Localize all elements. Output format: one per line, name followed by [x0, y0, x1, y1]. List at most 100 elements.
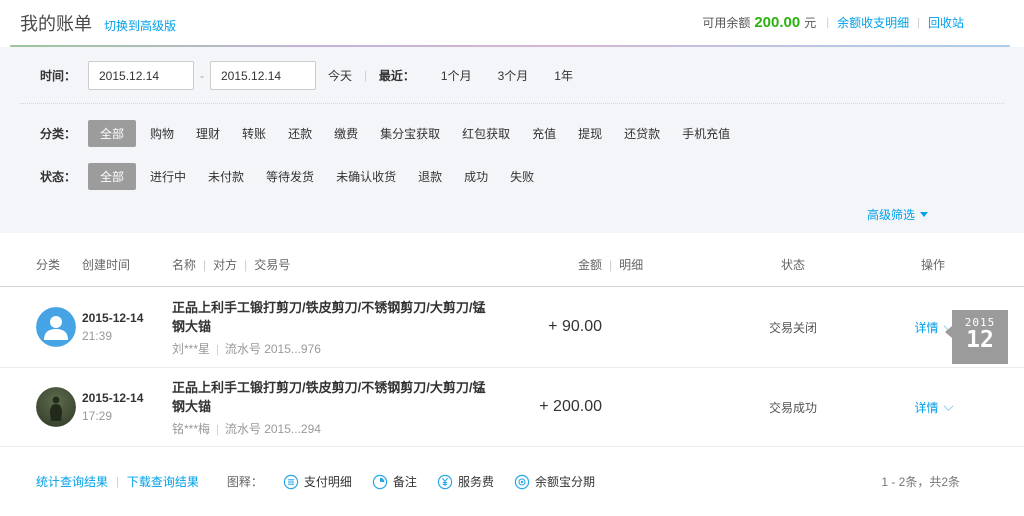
legend-item-service-fee: 服务费	[437, 473, 494, 490]
row-amount: + 90.00	[548, 318, 602, 335]
today-link[interactable]: 今天	[328, 67, 352, 84]
dotted-divider	[20, 103, 1004, 104]
stats-result-link[interactable]: 统计查询结果	[36, 473, 108, 490]
category-finance[interactable]: 理财	[196, 125, 220, 142]
balance-detail-link[interactable]: 余额收支明细	[837, 14, 909, 31]
status-filter-row: 状态： 全部 进行中 未付款 等待发货 未确认收货 退款 成功 失败	[0, 163, 1024, 190]
advanced-filter-label: 高级筛选	[866, 208, 915, 222]
category-label: 分类：	[40, 127, 77, 141]
status-inprogress[interactable]: 进行中	[150, 168, 186, 185]
row-subline: 刘***星 | 流水号 2015...976	[172, 340, 492, 357]
header-action: 操作	[920, 258, 945, 272]
row-party: 刘***星	[172, 342, 211, 356]
separator: |	[216, 344, 219, 356]
header-detail: 明细	[619, 258, 644, 272]
download-result-link[interactable]: 下载查询结果	[127, 473, 199, 490]
category-withdraw[interactable]: 提现	[578, 125, 602, 142]
category-topup[interactable]: 充值	[532, 125, 556, 142]
detail-link-label: 详情	[914, 320, 939, 335]
row-title: 正品上利手工锻打剪刀/铁皮剪刀/不锈钢剪刀/大剪刀/锰钢大锚	[172, 300, 486, 334]
status-unpaid[interactable]: 未付款	[208, 168, 244, 185]
category-filter-row: 分类： 全部 购物 理财 转账 还款 缴费 集分宝获取 红包获取 充值 提现 还…	[0, 120, 1024, 147]
separator: |	[116, 475, 119, 488]
separator: |	[203, 258, 207, 272]
page-title: 我的账单	[20, 13, 92, 34]
table-row: 2015-12-14 21:39 正品上利手工锻打剪刀/铁皮剪刀/不锈钢剪刀/大…	[0, 287, 1024, 367]
legend-text: 支付明细	[303, 475, 352, 489]
date-end-input[interactable]	[210, 61, 316, 90]
row-party: 铭***梅	[172, 422, 211, 436]
row-time: 17:29	[82, 409, 113, 423]
date-range-dash: -	[200, 68, 204, 83]
header-status: 状态	[780, 258, 805, 272]
header-amount: 金额	[577, 258, 602, 272]
header-trade-no: 交易号	[254, 258, 291, 272]
advanced-filter-link[interactable]: 高级筛选	[867, 206, 928, 223]
time-label: 时间：	[40, 69, 77, 83]
yuebao-installment-icon	[514, 474, 530, 489]
filter-panel: 时间： - 今天 | 最近： 1个月 3个月 1年 分类： 全部 购物 理财 转…	[0, 47, 1024, 233]
category-repay[interactable]: 还款	[288, 125, 312, 142]
balance-value: 200.00	[754, 14, 801, 31]
badge-month: 12	[966, 327, 994, 353]
date-badge[interactable]: 2015 12	[945, 310, 1008, 364]
note-icon	[372, 474, 388, 489]
bill-table: 分类 创建时间 名称 | 对方 | 交易号 金额 | 明细 状态 操作 2015-	[0, 233, 1024, 447]
row-title: 正品上利手工锻打剪刀/铁皮剪刀/不锈钢剪刀/大剪刀/锰钢大锚	[172, 380, 486, 414]
category-shopping[interactable]: 购物	[150, 125, 174, 142]
separator: |	[609, 257, 613, 272]
status-refund[interactable]: 退款	[418, 168, 442, 185]
category-all-selected[interactable]: 全部	[88, 120, 137, 147]
separator: |	[917, 16, 920, 29]
status-label: 状态：	[40, 170, 77, 184]
separator: |	[826, 16, 830, 29]
separator: |	[244, 258, 248, 272]
legend-item-yuebao-installment: 余额宝分期	[514, 473, 595, 490]
table-header-row: 分类 创建时间 名称 | 对方 | 交易号 金额 | 明细 状态 操作	[0, 243, 1024, 287]
result-count: 1 - 2条，共2条	[881, 475, 960, 489]
separator: |	[364, 69, 367, 82]
category-loan-repay[interactable]: 还贷款	[624, 125, 660, 142]
separator: |	[216, 424, 219, 436]
my-bill-page: 我的账单 切换到高级版 可用余额 200.00 元 | 余额收支明细 | 回收站…	[0, 0, 1024, 490]
detail-link[interactable]: 详情	[914, 399, 953, 416]
recycle-bin-link[interactable]: 回收站	[928, 14, 964, 31]
header-amount-group: 金额 | 明细	[492, 256, 652, 273]
status-success[interactable]: 成功	[464, 168, 488, 185]
category-bills[interactable]: 缴费	[334, 125, 358, 142]
status-failed[interactable]: 失败	[510, 168, 534, 185]
legend-item-payment-detail: 支付明细	[283, 473, 352, 490]
row-date: 2015-12-14	[82, 311, 144, 325]
legend-text: 服务费	[457, 475, 494, 489]
service-fee-icon	[437, 474, 453, 489]
category-jifenbao[interactable]: 集分宝获取	[380, 125, 440, 142]
category-mobile-topup[interactable]: 手机充值	[682, 125, 730, 142]
legend-text: 备注	[392, 475, 417, 489]
status-all-selected[interactable]: 全部	[88, 163, 137, 190]
category-transfer[interactable]: 转账	[242, 125, 266, 142]
row-date: 2015-12-14	[82, 391, 144, 405]
date-start-input[interactable]	[88, 61, 194, 90]
header-category: 分类	[36, 258, 61, 272]
range-1year-link[interactable]: 1年	[554, 67, 573, 84]
row-status: 交易成功	[768, 400, 817, 415]
row-status: 交易关闭	[768, 320, 817, 335]
status-awaiting-shipment[interactable]: 等待发货	[266, 168, 314, 185]
switch-advanced-link[interactable]: 切换到高级版	[104, 17, 176, 34]
range-1month-link[interactable]: 1个月	[441, 67, 472, 84]
row-amount: + 200.00	[539, 398, 602, 415]
person-avatar-icon	[36, 307, 76, 347]
header-party: 对方	[213, 258, 238, 272]
row-serial: 流水号 2015...976	[224, 342, 321, 356]
header-name-group: 名称 | 对方 | 交易号	[172, 256, 492, 273]
status-unconfirmed[interactable]: 未确认收货	[336, 168, 396, 185]
topbar: 我的账单 切换到高级版 可用余额 200.00 元 | 余额收支明细 | 回收站	[0, 0, 1024, 45]
range-3month-link[interactable]: 3个月	[498, 67, 529, 84]
category-redpacket[interactable]: 红包获取	[462, 125, 510, 142]
balance-unit: 元	[804, 16, 817, 30]
legend-label: 图释：	[226, 475, 263, 489]
badge-arrow-icon	[945, 326, 952, 338]
header-created: 创建时间	[82, 258, 131, 272]
recent-label: 最近：	[378, 69, 415, 83]
photo-avatar	[36, 387, 76, 427]
